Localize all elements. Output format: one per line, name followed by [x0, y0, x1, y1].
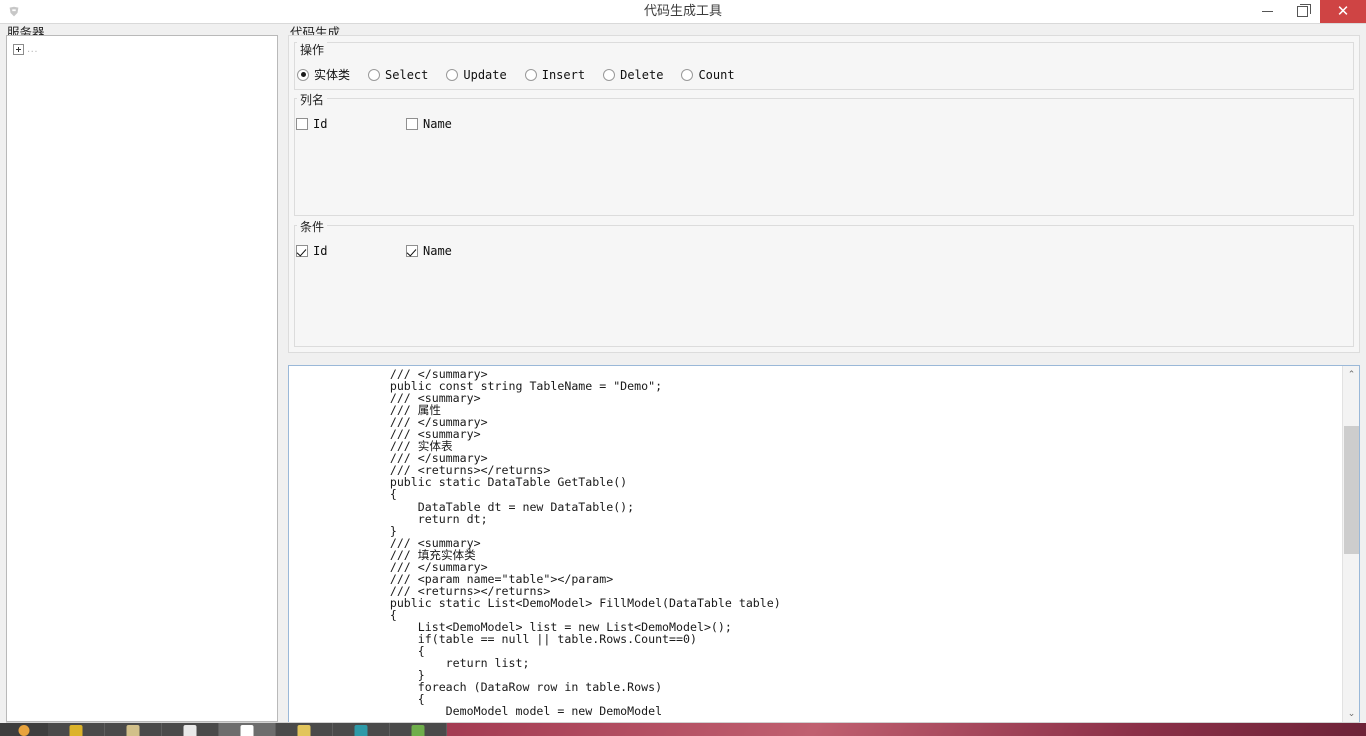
- scroll-up-icon[interactable]: ⌃: [1343, 366, 1359, 383]
- close-icon: ✕: [1336, 2, 1350, 20]
- operation-group-caption: 操作: [297, 41, 328, 58]
- radio-label: Delete: [620, 67, 664, 82]
- radio-indicator: [297, 68, 309, 81]
- checkbox-column-id[interactable]: Id: [296, 117, 406, 131]
- checkbox-indicator: [296, 118, 308, 130]
- code-output-panel[interactable]: /// </summary> public const string Table…: [288, 365, 1360, 723]
- checkbox-condition-id[interactable]: Id: [296, 244, 406, 258]
- server-tree-panel: ...: [6, 35, 278, 722]
- taskbar-item-5[interactable]: [276, 723, 333, 736]
- code-vertical-scrollbar[interactable]: ⌃ ⌄: [1342, 366, 1359, 722]
- checkbox-condition-name[interactable]: Name: [406, 244, 516, 258]
- taskbar-item-3[interactable]: [162, 723, 219, 736]
- checkbox-label: Id: [313, 117, 328, 131]
- radio-insert[interactable]: Insert: [524, 67, 586, 82]
- conditions-group-caption: 条件: [297, 218, 328, 235]
- close-button[interactable]: ✕: [1320, 0, 1366, 23]
- checkbox-indicator: [406, 245, 418, 257]
- server-tree[interactable]: ...: [7, 36, 277, 721]
- checkbox-label: Name: [423, 244, 452, 258]
- checkbox-column-name[interactable]: Name: [406, 117, 516, 131]
- radio-delete[interactable]: Delete: [603, 68, 663, 82]
- radio-count[interactable]: Count: [681, 67, 735, 82]
- taskbar-item-7[interactable]: [390, 723, 447, 736]
- checkbox-indicator: [406, 118, 418, 130]
- radio-label: Count: [698, 67, 735, 82]
- radio-label: Update: [463, 67, 507, 82]
- tree-node-root[interactable]: ...: [13, 41, 277, 57]
- checkbox-label: Id: [313, 244, 328, 258]
- operation-radio-group[interactable]: 实体类 Select Update Insert Delete Count: [297, 66, 753, 83]
- radio-update[interactable]: Update: [446, 67, 507, 82]
- taskbar-item-6[interactable]: [333, 723, 390, 736]
- taskbar[interactable]: [0, 723, 1366, 736]
- radio-label: Select: [385, 67, 429, 82]
- radio-indicator: [681, 68, 694, 81]
- columns-checkbox-group[interactable]: Id Name: [296, 117, 516, 131]
- taskbar-item-4[interactable]: [219, 723, 276, 736]
- radio-indicator: [368, 68, 381, 81]
- plus-icon[interactable]: [13, 43, 24, 55]
- taskbar-item-1[interactable]: [48, 723, 105, 736]
- window-title: 代码生成工具: [643, 4, 722, 19]
- title-bar: 代码生成工具 ✕: [0, 0, 1366, 24]
- app-window: 代码生成工具 ✕ 服务器 ... 代码生成 操作 实体类 Select Upda…: [0, 0, 1366, 736]
- minimize-button[interactable]: [1250, 0, 1285, 23]
- scrollbar-thumb[interactable]: [1344, 426, 1359, 554]
- radio-indicator: [524, 68, 537, 81]
- generated-code-text[interactable]: /// </summary> public const string Table…: [289, 366, 1329, 722]
- radio-indicator: [446, 68, 459, 81]
- columns-group-caption: 列名: [297, 91, 328, 108]
- checkbox-indicator: [296, 245, 308, 257]
- conditions-checkbox-group[interactable]: Id Name: [296, 244, 516, 258]
- scroll-down-icon[interactable]: ⌄: [1343, 705, 1359, 722]
- taskbar-item-2[interactable]: [105, 723, 162, 736]
- tree-node-label: ...: [27, 43, 39, 55]
- restore-icon: [1297, 4, 1311, 17]
- radio-indicator: [603, 68, 616, 81]
- maximize-restore-button[interactable]: [1285, 0, 1320, 23]
- columns-group: [294, 98, 1354, 216]
- checkbox-label: Name: [423, 117, 452, 131]
- radio-entity-class[interactable]: 实体类: [297, 66, 350, 83]
- start-orb-icon[interactable]: [0, 723, 48, 736]
- radio-label: 实体类: [314, 68, 351, 82]
- radio-select[interactable]: Select: [368, 68, 428, 82]
- taskbar-wallpaper-area: [447, 723, 1366, 736]
- minimize-icon: [1262, 11, 1273, 12]
- radio-label: Insert: [541, 67, 586, 82]
